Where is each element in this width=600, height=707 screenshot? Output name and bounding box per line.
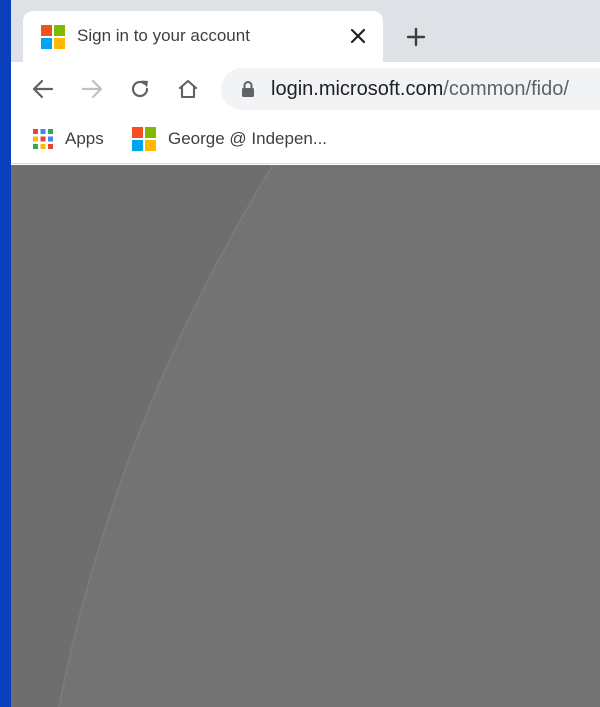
- url-host: login.microsoft.com: [271, 78, 444, 100]
- page-content-loading: [11, 165, 600, 707]
- tab-title: Sign in to your account: [77, 26, 250, 45]
- url-path: /common/fido/: [443, 78, 569, 100]
- microsoft-logo-icon: [132, 127, 156, 151]
- tab-sign-in[interactable]: Sign in to your account: [23, 11, 383, 62]
- bookmark-label: Apps: [65, 129, 104, 148]
- bookmark-apps[interactable]: Apps: [33, 125, 104, 153]
- back-button[interactable]: [28, 74, 58, 104]
- bookmarks-bar: Apps George @ Indepen...: [11, 116, 600, 164]
- new-tab-button[interactable]: [401, 22, 431, 52]
- left-accent-strip: [0, 0, 11, 707]
- forward-button[interactable]: [77, 74, 107, 104]
- arrow-right-icon: [81, 79, 103, 99]
- bookmark-label: George @ Indepen...: [168, 129, 328, 148]
- microsoft-logo-icon: [41, 25, 65, 49]
- browser-window: Sign in to your account login.microsoft.…: [11, 0, 600, 707]
- url-text: login.microsoft.com/common/fido/: [271, 78, 569, 101]
- close-icon: [350, 28, 366, 44]
- arrow-left-icon: [32, 79, 54, 99]
- tab-strip: Sign in to your account: [11, 0, 600, 62]
- home-button[interactable]: [173, 74, 203, 104]
- address-bar[interactable]: login.microsoft.com/common/fido/: [221, 68, 600, 110]
- apps-grid-icon: [33, 129, 53, 149]
- browser-toolbar: login.microsoft.com/common/fido/: [11, 62, 600, 116]
- bookmark-george[interactable]: George @ Indepen...: [132, 125, 327, 153]
- home-icon: [178, 79, 198, 99]
- reload-button[interactable]: [125, 74, 155, 104]
- background-curve: [11, 165, 274, 707]
- plus-icon: [406, 27, 426, 47]
- tab-close-button[interactable]: [345, 23, 371, 49]
- lock-icon[interactable]: [239, 80, 257, 98]
- reload-icon: [131, 80, 149, 98]
